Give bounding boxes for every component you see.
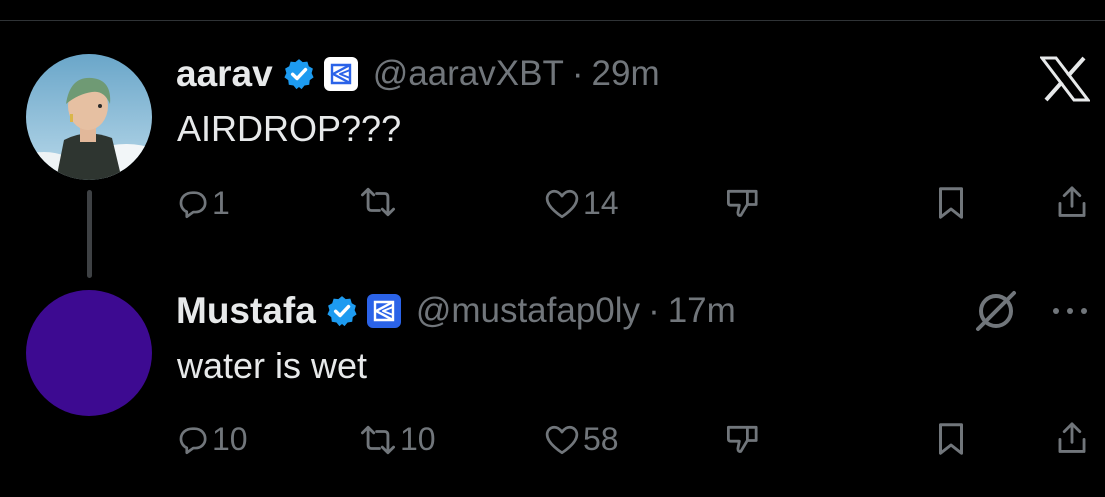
reply-button[interactable]: 10 [176,421,248,458]
bookmark-icon [935,421,967,457]
thumbs-down-icon [724,185,762,221]
share-icon [1055,419,1089,457]
thread-connector [87,190,92,278]
bookmark-button[interactable] [935,185,967,221]
share-button[interactable] [1055,183,1089,221]
x-logo-icon[interactable] [1038,56,1092,107]
separator-dot: · [648,291,660,330]
author-name[interactable]: Mustafa [176,290,316,332]
reply-count: 1 [212,185,230,221]
verified-badge-icon[interactable] [282,57,316,91]
repost-button[interactable] [358,185,400,219]
tweet-text: AIRDROP??? [177,108,402,149]
divider [0,20,1105,21]
author-name[interactable]: aarav [176,53,273,95]
share-button[interactable] [1055,419,1089,457]
like-button[interactable]: 14 [543,185,619,222]
reply-icon [176,187,210,221]
heart-icon [543,423,581,457]
thumbs-down-icon [724,421,762,457]
repost-icon [358,185,398,219]
author-handle[interactable]: @mustafap0ly [416,291,640,331]
verified-badge-icon[interactable] [325,294,359,328]
reply-count: 10 [212,421,248,457]
author-handle[interactable]: @aaravXBT [373,54,564,94]
affiliation-badge-icon[interactable] [366,294,401,328]
tweet-header: Mustafa @mustafap0ly · 17m [176,289,736,333]
dislike-button[interactable] [724,421,762,457]
tweet-text: water is wet [177,345,368,386]
repost-icon [358,423,398,457]
more-options-icon[interactable] [1050,300,1090,327]
dislike-button[interactable] [724,185,762,221]
like-count: 58 [583,421,619,457]
timestamp[interactable]: 17m [668,291,736,331]
timestamp[interactable]: 29m [592,54,660,94]
avatar[interactable] [26,290,152,416]
like-count: 14 [583,185,619,221]
reply-icon [176,423,210,457]
separator-dot: · [571,54,584,93]
grok-icon[interactable] [972,287,1020,340]
bookmark-icon [935,185,967,221]
avatar[interactable] [26,54,152,180]
reply-button[interactable]: 1 [176,185,230,222]
repost-button[interactable]: 10 [358,421,436,458]
affiliation-badge-icon[interactable] [323,57,358,91]
bookmark-button[interactable] [935,421,967,457]
repost-count: 10 [400,421,436,457]
share-icon [1055,183,1089,221]
like-button[interactable]: 58 [543,421,619,458]
tweet-header: aarav @aaravXBT · 29m [176,52,660,96]
heart-icon [543,187,581,221]
tweet-thread: aarav @aaravXBT · 29m AIRDROP??? 1 14 Mu… [0,0,1105,497]
